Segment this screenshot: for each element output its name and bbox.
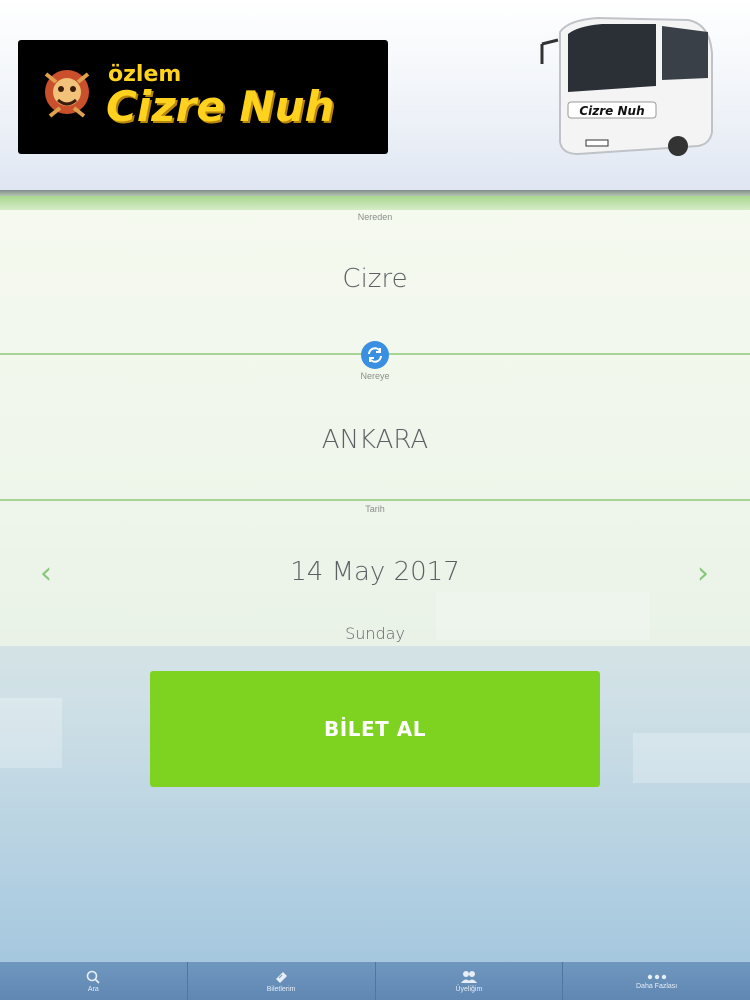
bus-image: Cizre Nuh	[540, 16, 713, 156]
users-icon	[460, 970, 477, 983]
decor-rect	[633, 733, 750, 783]
company-logo: özlem Cizre Nuh	[18, 40, 388, 154]
swap-cities-button[interactable]	[361, 341, 389, 369]
more-icon	[647, 974, 666, 979]
tab-label: Ara	[87, 985, 99, 993]
bus-sign-text: Cizre Nuh	[579, 104, 644, 118]
tab-label: Biletlerim	[266, 985, 296, 993]
tab-membership[interactable]: Üyeliğim	[374, 962, 563, 1000]
date-field[interactable]: 14 May 2017	[0, 557, 750, 587]
tab-more[interactable]: Daha Fazlası	[562, 962, 750, 1000]
from-label: Nereden	[357, 212, 393, 222]
logo-title: Cizre Nuh	[106, 82, 335, 131]
next-date-button[interactable]: ›	[691, 559, 715, 589]
header-accent-line	[0, 196, 750, 210]
app-header: özlem Cizre Nuh Cizre Nuh	[0, 0, 750, 192]
to-label: Nereye	[360, 371, 390, 381]
tab-label: Daha Fazlası	[636, 982, 678, 990]
decor-rect	[0, 698, 62, 768]
date-label: Tarih	[365, 504, 385, 514]
buy-ticket-button[interactable]: BİLET AL	[150, 671, 600, 787]
tab-tickets[interactable]: Biletlerim	[186, 962, 375, 1000]
search-icon	[87, 970, 101, 984]
emblem-icon	[44, 70, 90, 118]
ticket-icon	[276, 971, 288, 983]
decor-rect	[436, 592, 650, 640]
swap-icon	[368, 347, 382, 363]
tab-label: Üyeliğim	[455, 985, 483, 993]
tab-search[interactable]: Ara	[0, 962, 187, 1000]
to-field[interactable]: ANKARA	[0, 425, 750, 455]
from-field[interactable]: Cizre	[0, 264, 750, 294]
divider-to	[0, 499, 750, 501]
bottom-tab-bar: Ara Biletlerim Üyeliğim Daha Fazlası	[0, 962, 750, 1000]
